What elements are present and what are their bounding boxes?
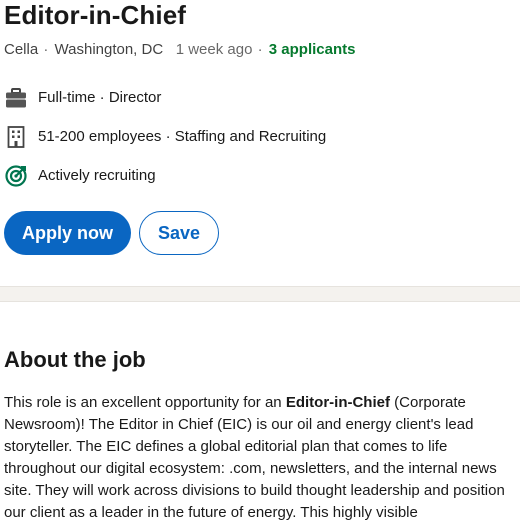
- insight-text: Full-time · Director: [38, 89, 162, 106]
- job-actions: Apply now Save: [4, 211, 516, 255]
- job-details-page: Editor-in-Chief Cella · Washington, DC 1…: [0, 0, 520, 520]
- description-body: (Corporate Newsroom)! The Editor in Chie…: [4, 394, 505, 520]
- insight-recruiting: Actively recruiting: [4, 156, 516, 195]
- about-heading: About the job: [4, 347, 146, 372]
- building-icon: [4, 125, 28, 149]
- apply-now-button[interactable]: Apply now: [4, 211, 131, 255]
- job-title: Editor-in-Chief: [4, 0, 187, 30]
- meta-separator: ·: [43, 41, 49, 58]
- description-role: Editor-in-Chief: [285, 394, 390, 411]
- job-insights: Full-time · Director 51-200 employees · …: [4, 78, 516, 195]
- insight-company-size: 51-200 employees · Staffing and Recruiti…: [4, 117, 516, 156]
- briefcase-icon: [4, 86, 28, 110]
- job-header: Editor-in-Chief Cella · Washington, DC 1…: [0, 0, 520, 255]
- about-the-job-section: About the job This role is an excellent …: [4, 346, 516, 520]
- description-intro: This role is an excellent opportunity fo…: [4, 394, 286, 411]
- meta-separator: ·: [257, 41, 263, 58]
- target-icon: [4, 164, 28, 188]
- save-button[interactable]: Save: [139, 211, 219, 255]
- insight-text: Actively recruiting: [38, 167, 156, 184]
- insight-job-type: Full-time · Director: [4, 78, 516, 117]
- job-description: This role is an excellent opportunity fo…: [4, 392, 514, 520]
- section-divider: [0, 286, 520, 302]
- insight-text: 51-200 employees · Staffing and Recruiti…: [38, 128, 327, 145]
- applicants-count: 3 applicants: [268, 41, 356, 58]
- company-name[interactable]: Cella: [4, 41, 38, 58]
- posted-time: 1 week ago: [175, 41, 253, 58]
- job-meta: Cella · Washington, DC 1 week ago · 3 ap…: [4, 40, 516, 60]
- job-location: Washington, DC: [54, 41, 164, 58]
